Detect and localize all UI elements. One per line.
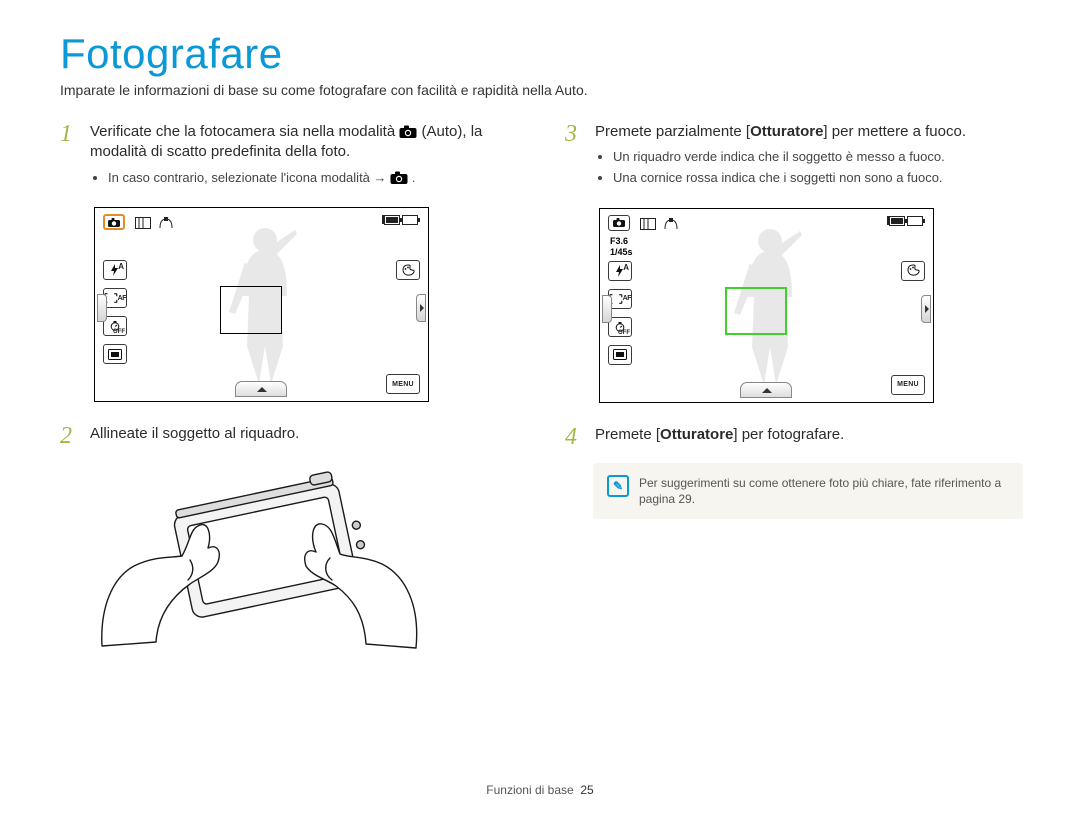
left-column: 1 Verificate che la fotocamera sia nella… xyxy=(60,122,515,663)
display-mode-chip xyxy=(103,344,127,364)
mode-auto-chip xyxy=(608,215,630,231)
battery-indicator xyxy=(889,216,923,226)
tip-note-box: ✎ Per suggerimenti su come ottenere foto… xyxy=(593,463,1023,519)
battery-indicator xyxy=(384,215,418,225)
menu-label: MENU xyxy=(392,381,414,388)
step4-text-b: ] per fotografare. xyxy=(733,426,844,443)
display-mode-chip xyxy=(608,345,632,365)
camera-inline-icon xyxy=(399,125,417,139)
step3-text-b: ] per mettere a fuoco. xyxy=(823,123,966,140)
camera-in-hands-illustration xyxy=(94,458,424,663)
resolution-icon xyxy=(135,216,151,228)
step4-text-a: Premete [ xyxy=(595,426,660,443)
shutter-label: 1/45s xyxy=(610,248,633,257)
note-icon: ✎ xyxy=(607,475,629,497)
f-number-label: F3.6 xyxy=(610,237,628,246)
step-body: Premete parzialmente [Otturatore] per me… xyxy=(595,122,1020,198)
step3-sublist: Un riquadro verde indica che il soggetto… xyxy=(595,148,1020,188)
step3-bullet-2: Una cornice rossa indica che i soggetti … xyxy=(613,169,1020,188)
quality-icon xyxy=(159,216,175,228)
battery-outline-icon xyxy=(402,215,418,225)
mode-auto-chip xyxy=(103,214,125,230)
step-body: Premete [Otturatore] per fotografare. xyxy=(595,425,1020,449)
left-pull-handle-icon xyxy=(97,294,107,322)
step-body: Allineate il soggetto al riquadro. xyxy=(90,424,515,448)
flash-auto-label: A xyxy=(118,262,124,271)
step-number: 1 xyxy=(60,122,80,197)
step-number: 3 xyxy=(565,122,585,198)
step2-text: Allineate il soggetto al riquadro. xyxy=(90,425,299,442)
right-column: 3 Premete parzialmente [Otturatore] per … xyxy=(565,122,1020,663)
right-pull-handle-icon xyxy=(921,295,931,323)
menu-label: MENU xyxy=(897,381,919,388)
battery-outline-icon xyxy=(907,216,923,226)
flash-auto-chip: A xyxy=(103,260,127,280)
focus-frame xyxy=(220,286,282,334)
off-label: OFF xyxy=(618,330,630,336)
step3-text-bold: Otturatore xyxy=(750,123,823,140)
step1-bullet-b: . xyxy=(412,170,416,185)
content-columns: 1 Verificate che la fotocamera sia nella… xyxy=(60,122,1020,663)
camera-screen-illustration-1: A AF OFF MENU xyxy=(94,207,429,402)
battery-full-icon xyxy=(384,215,400,225)
camera-icon xyxy=(108,218,120,227)
off-label: OFF xyxy=(113,329,125,335)
camera-screen-illustration-2: F3.6 1/45s A AF OFF xyxy=(599,208,934,403)
step3-text-a: Premete parzialmente [ xyxy=(595,123,750,140)
display-icon xyxy=(108,349,122,360)
flash-auto-label: A xyxy=(623,263,629,272)
camera-icon xyxy=(613,218,625,227)
bottom-pull-handle-icon xyxy=(235,381,287,397)
left-pull-handle-icon xyxy=(602,295,612,323)
step1-text-a: Verificate che la fotocamera sia nella m… xyxy=(90,123,399,140)
menu-chip: MENU xyxy=(386,374,420,394)
step1-bullet: In caso contrario, selezionate l'icona m… xyxy=(108,169,515,188)
focus-frame-locked xyxy=(725,287,787,335)
step-4: 4 Premete [Otturatore] per fotografare. xyxy=(565,425,1020,449)
display-icon xyxy=(613,349,627,360)
step-body: Verificate che la fotocamera sia nella m… xyxy=(90,122,515,197)
page-title: Fotografare xyxy=(60,30,1020,78)
page-footer: Funzioni di base 25 xyxy=(0,783,1080,797)
camera-inline-icon xyxy=(390,171,408,185)
step-number: 4 xyxy=(565,425,585,449)
step-3: 3 Premete parzialmente [Otturatore] per … xyxy=(565,122,1020,198)
battery-full-icon xyxy=(889,216,905,226)
resolution-icon xyxy=(640,217,656,229)
manual-page: Fotografare Imparate le informazioni di … xyxy=(0,0,1080,815)
af-label: AF xyxy=(623,295,631,302)
step-number: 2 xyxy=(60,424,80,448)
footer-section: Funzioni di base xyxy=(486,783,573,797)
step-1: 1 Verificate che la fotocamera sia nella… xyxy=(60,122,515,197)
quality-icon xyxy=(664,217,680,229)
flash-auto-chip: A xyxy=(608,261,632,281)
page-subtitle: Imparate le informazioni di base su come… xyxy=(60,82,1020,98)
menu-chip: MENU xyxy=(891,375,925,395)
step1-sublist: In caso contrario, selezionate l'icona m… xyxy=(90,169,515,188)
right-pull-handle-icon xyxy=(416,294,426,322)
footer-page-number: 25 xyxy=(580,783,593,797)
effects-chip xyxy=(901,261,925,281)
arrow-icon: → xyxy=(374,170,387,185)
effects-chip xyxy=(396,260,420,280)
palette-icon xyxy=(906,264,920,277)
bottom-pull-handle-icon xyxy=(740,382,792,398)
step-2: 2 Allineate il soggetto al riquadro. xyxy=(60,424,515,448)
palette-icon xyxy=(401,264,415,277)
step1-bullet-a: In caso contrario, selezionate l'icona m… xyxy=(108,170,374,185)
note-text: Per suggerimenti su come ottenere foto p… xyxy=(639,475,1009,507)
step3-bullet-1: Un riquadro verde indica che il soggetto… xyxy=(613,148,1020,167)
af-label: AF xyxy=(118,295,126,302)
step4-text-bold: Otturatore xyxy=(660,426,733,443)
